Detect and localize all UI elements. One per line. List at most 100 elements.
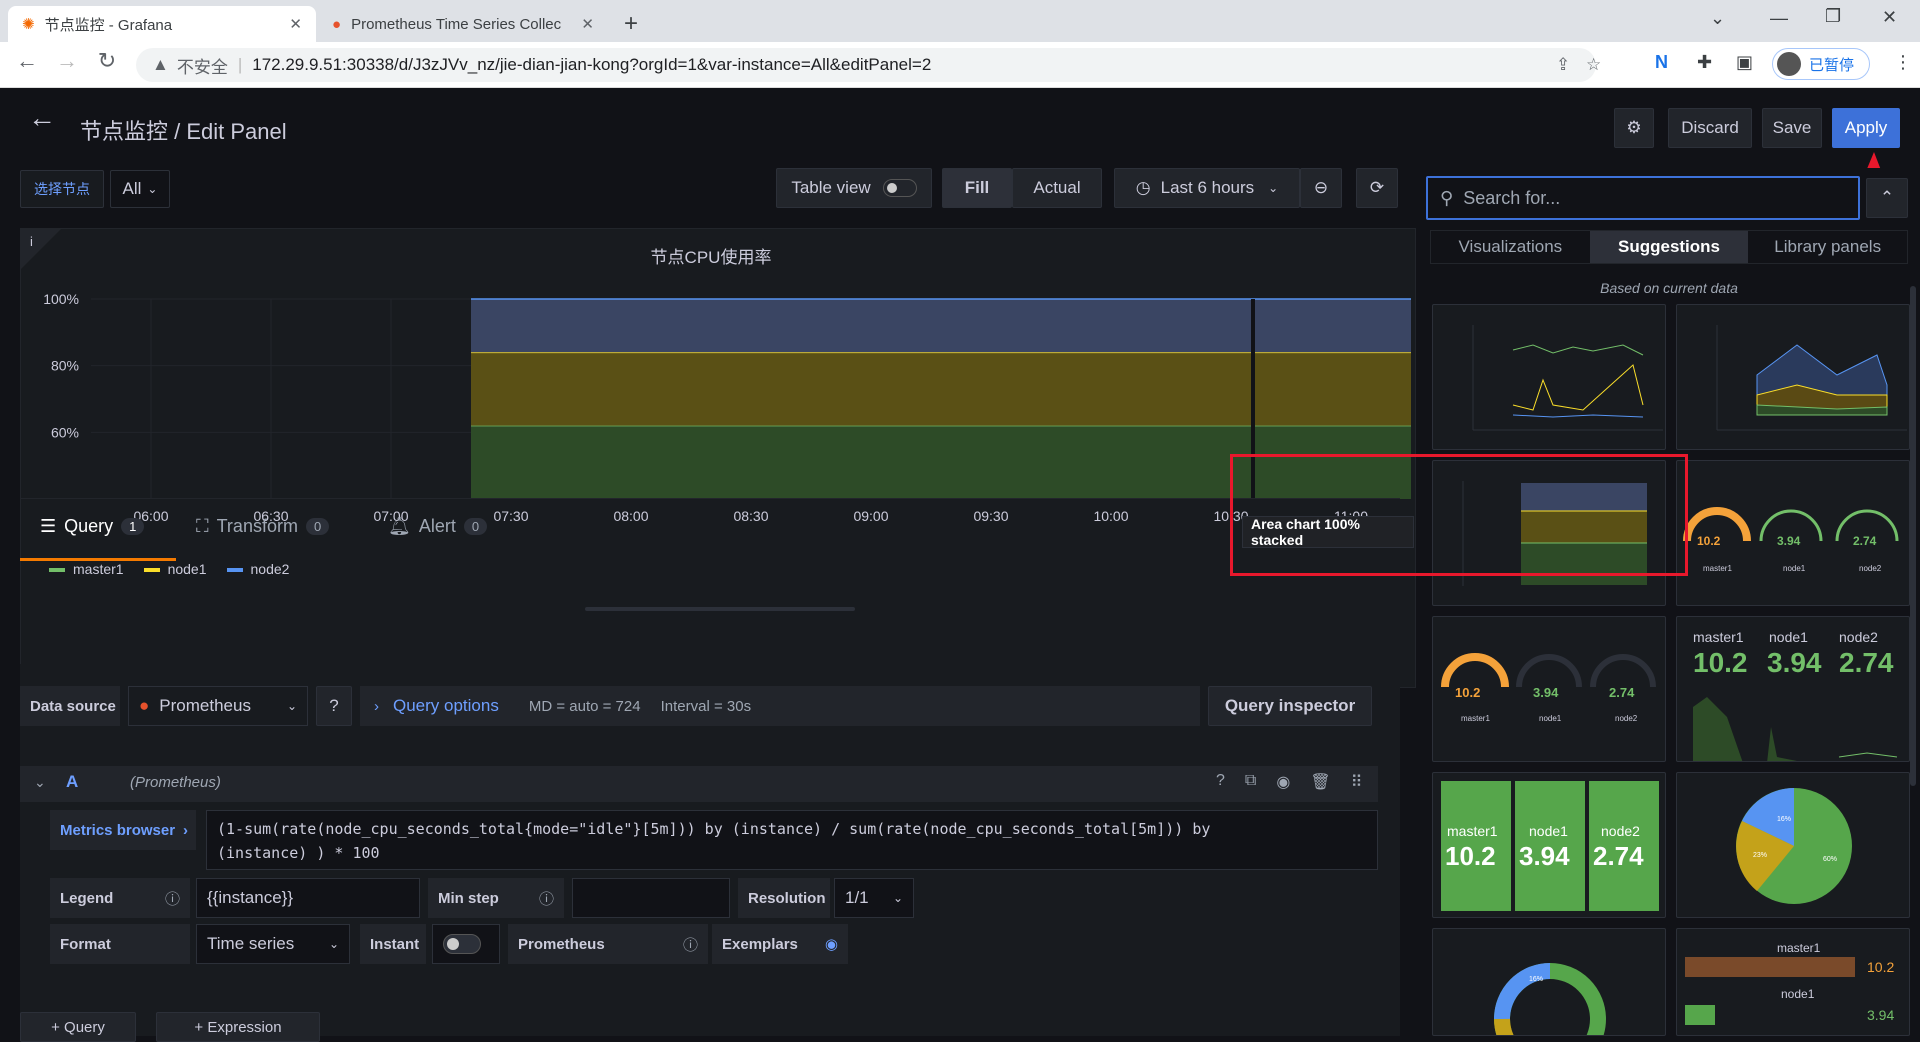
tab-suggestions[interactable]: Suggestions: [1589, 231, 1749, 263]
suggestion-line-chart[interactable]: [1432, 304, 1666, 450]
x-tick-label: 09:00: [853, 508, 888, 524]
eye-icon[interactable]: ◉: [1276, 772, 1290, 792]
browser-tab-grafana[interactable]: ✺ 节点监控 - Grafana ✕: [8, 6, 316, 42]
query-datasource-name: (Prometheus): [130, 774, 221, 791]
svg-text:10.2: 10.2: [1697, 534, 1721, 548]
resolution-select[interactable]: 1/1 ⌄: [834, 878, 914, 918]
tab-title: Prometheus Time Series Collec: [351, 15, 562, 33]
suggestion-stacked-line[interactable]: [1676, 304, 1910, 450]
time-range-picker[interactable]: ◷ Last 6 hours ⌄: [1114, 168, 1300, 208]
viz-picker-pane: ⚲ Search for... ⌃ Visualizations Suggest…: [1230, 168, 1920, 1036]
extension-n-icon[interactable]: N: [1655, 52, 1668, 73]
x-tick-label: 07:30: [493, 508, 528, 524]
suggestion-pie[interactable]: 16% 23% 60%: [1676, 772, 1910, 918]
svg-text:23%: 23%: [1753, 852, 1767, 859]
share-icon[interactable]: ⇪: [1556, 55, 1570, 75]
viz-search-input[interactable]: ⚲ Search for...: [1426, 176, 1860, 220]
help-icon[interactable]: ?: [316, 686, 352, 726]
datasource-picker[interactable]: ● Prometheus ⌄: [128, 686, 308, 726]
query-row-header: [20, 766, 1378, 802]
suggestion-bar-gauge[interactable]: master1 10.2 node1 3.94: [1676, 928, 1910, 1036]
collapse-chevron-icon[interactable]: ⌄: [34, 774, 46, 791]
format-select[interactable]: Time series ⌄: [196, 924, 350, 964]
browser-menu-icon[interactable]: ⋮: [1894, 52, 1912, 73]
panel-container: i 节点CPU使用率 60% 80% 100% 06:00 06:30 07:00 07:3…: [20, 228, 1416, 688]
collapse-up-icon[interactable]: ⌃: [1866, 178, 1908, 218]
close-tab-icon[interactable]: ✕: [581, 15, 594, 33]
duplicate-icon[interactable]: ⧉: [1245, 772, 1256, 792]
add-query-button[interactable]: + Query: [20, 1012, 136, 1042]
svg-text:16%: 16%: [1777, 816, 1791, 823]
query-options-bar[interactable]: › Query options MD = auto = 724 Interval…: [360, 686, 1200, 726]
tab-title: 节点监控 - Grafana: [44, 16, 173, 34]
time-range-label: Last 6 hours: [1160, 178, 1255, 197]
promql-expression-input[interactable]: (1-sum(rate(node_cpu_seconds_total{mode=…: [206, 810, 1378, 870]
prometheus-favicon-icon: ●: [332, 15, 342, 33]
area-band-node1: [471, 352, 1411, 426]
close-tab-icon[interactable]: ✕: [289, 15, 302, 33]
tab-visualizations[interactable]: Visualizations: [1431, 231, 1590, 263]
min-step-input[interactable]: [572, 878, 730, 918]
toggle-switch: [882, 179, 917, 197]
scrollbar[interactable]: [1910, 286, 1916, 786]
page-title: 节点监控 / Edit Panel: [80, 119, 287, 144]
discard-button[interactable]: Discard: [1668, 108, 1752, 148]
trash-icon[interactable]: 🗑︎: [1310, 772, 1330, 792]
panel-resize-handle[interactable]: [585, 607, 855, 611]
new-tab-icon[interactable]: +: [624, 10, 638, 38]
suggestion-gauge-2[interactable]: 10.2 3.94 2.74 master1 node1 node2: [1432, 616, 1666, 762]
back-arrow-icon[interactable]: ←: [28, 102, 56, 134]
query-inspector-button[interactable]: Query inspector: [1208, 686, 1372, 726]
apply-button[interactable]: Apply: [1832, 108, 1900, 148]
back-icon[interactable]: ←: [12, 46, 42, 76]
legend-item-node2[interactable]: node2: [226, 561, 289, 577]
actual-button[interactable]: Actual: [1012, 168, 1102, 208]
settings-gear-icon[interactable]: ⚙: [1614, 108, 1654, 148]
resolution-label: Resolution: [738, 878, 830, 918]
sidepanel-icon[interactable]: ▣: [1736, 52, 1753, 73]
svg-text:10.2: 10.2: [1455, 685, 1480, 700]
browser-tab-prometheus[interactable]: ● Prometheus Time Series Collec ✕: [318, 6, 608, 42]
star-icon[interactable]: ☆: [1586, 55, 1601, 75]
svg-text:2.74: 2.74: [1609, 685, 1635, 700]
suggestion-donut[interactable]: 16%: [1432, 928, 1666, 1036]
forward-icon[interactable]: →: [52, 46, 82, 76]
help-icon[interactable]: ?: [1216, 772, 1225, 792]
legend-input[interactable]: {{instance}}: [196, 878, 420, 918]
y-tick-label: 80%: [51, 358, 79, 374]
refresh-icon[interactable]: ⟳: [1356, 168, 1398, 208]
prometheus-logo-icon: ●: [139, 696, 150, 715]
zoom-out-icon[interactable]: ⊖: [1300, 168, 1342, 208]
datasource-label: Data source: [20, 686, 120, 726]
query-ref-id[interactable]: A: [66, 772, 78, 792]
profile-button[interactable]: 已暂停: [1772, 48, 1870, 80]
tab-transform[interactable]: ⛶ Transform 0: [196, 516, 330, 537]
tab-library-panels[interactable]: Library panels: [1748, 231, 1907, 263]
metrics-browser-button[interactable]: Metrics browser ›: [50, 810, 196, 850]
minimize-icon[interactable]: —: [1770, 8, 1788, 29]
instant-toggle[interactable]: [432, 924, 500, 964]
maximize-icon[interactable]: ❐: [1825, 6, 1841, 27]
add-expression-button[interactable]: + Expression: [156, 1012, 320, 1042]
count-badge: 0: [463, 518, 488, 535]
table-view-label: Table view: [791, 178, 871, 197]
variable-select[interactable]: All ⌄: [110, 170, 170, 208]
eye-icon[interactable]: ◉: [825, 935, 838, 953]
legend-item-master1[interactable]: master1: [49, 561, 124, 577]
legend-item-node1[interactable]: node1: [143, 561, 207, 577]
save-button[interactable]: Save: [1762, 108, 1822, 148]
suggestion-stat-bg[interactable]: master1 node1 node2 10.2 3.94 2.74: [1432, 772, 1666, 918]
table-view-toggle[interactable]: Table view: [776, 168, 932, 208]
close-window-icon[interactable]: ✕: [1882, 7, 1897, 28]
tab-query[interactable]: ☰ Query 1: [40, 516, 145, 537]
tab-alert[interactable]: 🔔︎ Alert 0: [388, 516, 488, 537]
tab-search-icon[interactable]: ⌄: [1710, 8, 1725, 29]
fill-button[interactable]: Fill: [942, 168, 1012, 208]
suggestion-stat[interactable]: master1 node1 node2 10.2 3.94 2.74: [1676, 616, 1910, 762]
reload-icon[interactable]: ↻: [92, 46, 122, 76]
info-icon: ⓘ: [682, 936, 698, 954]
extensions-icon[interactable]: ✚: [1697, 52, 1712, 73]
suggestion-gauge[interactable]: 10.2 3.94 2.74 master1 node1 node2: [1676, 460, 1910, 606]
drag-handle-icon[interactable]: ⠿: [1351, 772, 1363, 792]
url-bar[interactable]: ▲ 不安全 | 172.29.9.51:30338/d/J3zJVv_nz/ji…: [136, 48, 1601, 82]
